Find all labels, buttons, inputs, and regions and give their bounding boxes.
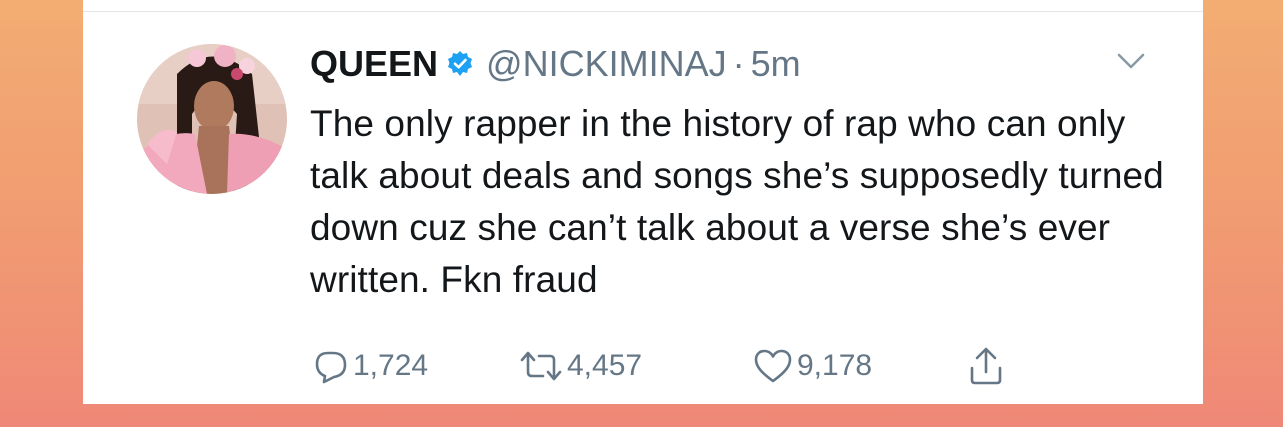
tweet-header: QUEEN @NICKIMINAJ · 5m bbox=[310, 42, 801, 86]
tweet-text: The only rapper in the history of rap wh… bbox=[310, 103, 1164, 300]
retweet-button[interactable]: 4,457 bbox=[519, 344, 642, 388]
share-icon bbox=[970, 347, 1002, 385]
retweet-count: 4,457 bbox=[567, 349, 643, 382]
tweet-card[interactable]: QUEEN @NICKIMINAJ · 5m The only rapper i… bbox=[83, 0, 1203, 404]
like-count: 9,178 bbox=[797, 349, 873, 382]
profile-photo bbox=[137, 44, 287, 194]
timestamp[interactable]: 5m bbox=[751, 42, 801, 86]
avatar[interactable] bbox=[137, 44, 287, 194]
reply-icon bbox=[315, 351, 347, 384]
share-button[interactable] bbox=[968, 344, 1004, 388]
user-handle[interactable]: @NICKIMINAJ bbox=[486, 42, 727, 86]
action-bar: 1,724 4,457 9,178 bbox=[313, 344, 1073, 388]
retweet-icon bbox=[520, 351, 562, 381]
reply-count: 1,724 bbox=[353, 349, 429, 382]
reply-button[interactable]: 1,724 bbox=[313, 344, 428, 388]
separator-dot: · bbox=[732, 43, 745, 84]
like-button[interactable]: 9,178 bbox=[753, 344, 872, 388]
verified-badge-icon bbox=[448, 51, 473, 76]
display-name[interactable]: QUEEN bbox=[310, 42, 438, 86]
heart-icon bbox=[754, 349, 792, 383]
divider bbox=[83, 11, 1203, 12]
chevron-down-icon[interactable] bbox=[1116, 50, 1146, 72]
